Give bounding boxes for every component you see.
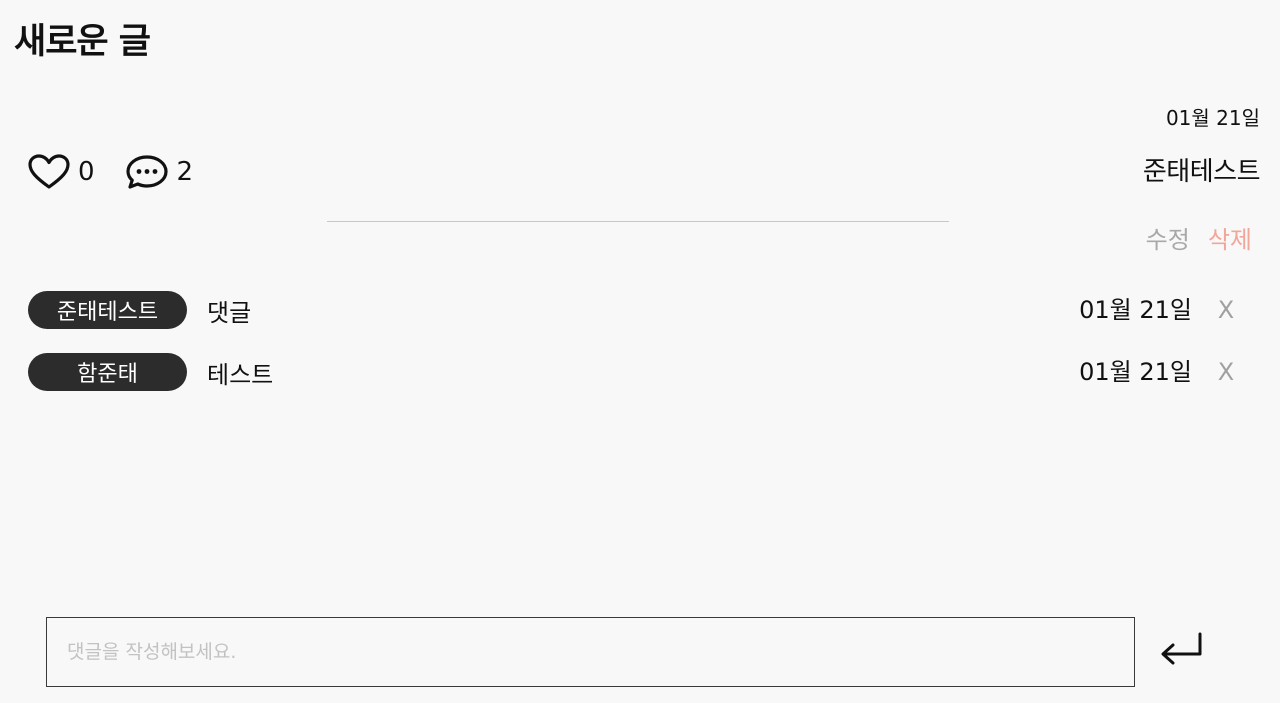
comment-text: 댓글	[207, 298, 252, 327]
comment-author-badge: 준태테스트	[28, 291, 187, 329]
comment-author-badge: 함준태	[28, 353, 187, 391]
post-detail-page: 새로운 글 01월 21일 0 2 준태테스트 수정 삭제 준태테스트 댓글 0…	[0, 0, 1280, 703]
like-stat[interactable]: 0	[28, 154, 95, 190]
post-actions: 수정 삭제	[1146, 222, 1252, 258]
post-author: 준태테스트	[1142, 157, 1261, 187]
divider	[327, 221, 949, 222]
comment-delete-button[interactable]: X	[1212, 352, 1240, 392]
comment-item: 준태테스트 댓글 01월 21일 X	[28, 290, 1240, 330]
like-count: 0	[78, 157, 95, 187]
post-title: 새로운 글	[14, 22, 151, 62]
comment-delete-button[interactable]: X	[1212, 290, 1240, 330]
comment-stat: 2	[125, 154, 194, 190]
comment-count: 2	[176, 157, 194, 187]
comment-item: 함준태 테스트 01월 21일 X	[28, 352, 1240, 392]
comment-date: 01월 21일	[1079, 358, 1192, 386]
post-date: 01월 21일	[1165, 106, 1260, 130]
enter-return-icon[interactable]	[1156, 632, 1206, 676]
comment-text: 테스트	[207, 360, 274, 389]
edit-button[interactable]: 수정	[1146, 222, 1190, 258]
comment-input[interactable]	[46, 617, 1135, 687]
post-stats: 0 2	[28, 152, 223, 192]
speech-bubble-icon	[125, 154, 169, 190]
comment-list: 준태테스트 댓글 01월 21일 X 함준태 테스트 01월 21일 X	[28, 290, 1240, 414]
submit-comment-button[interactable]	[1156, 628, 1206, 672]
comment-date: 01월 21일	[1079, 296, 1192, 324]
delete-button[interactable]: 삭제	[1208, 222, 1252, 258]
heart-outline-icon[interactable]	[28, 154, 70, 190]
